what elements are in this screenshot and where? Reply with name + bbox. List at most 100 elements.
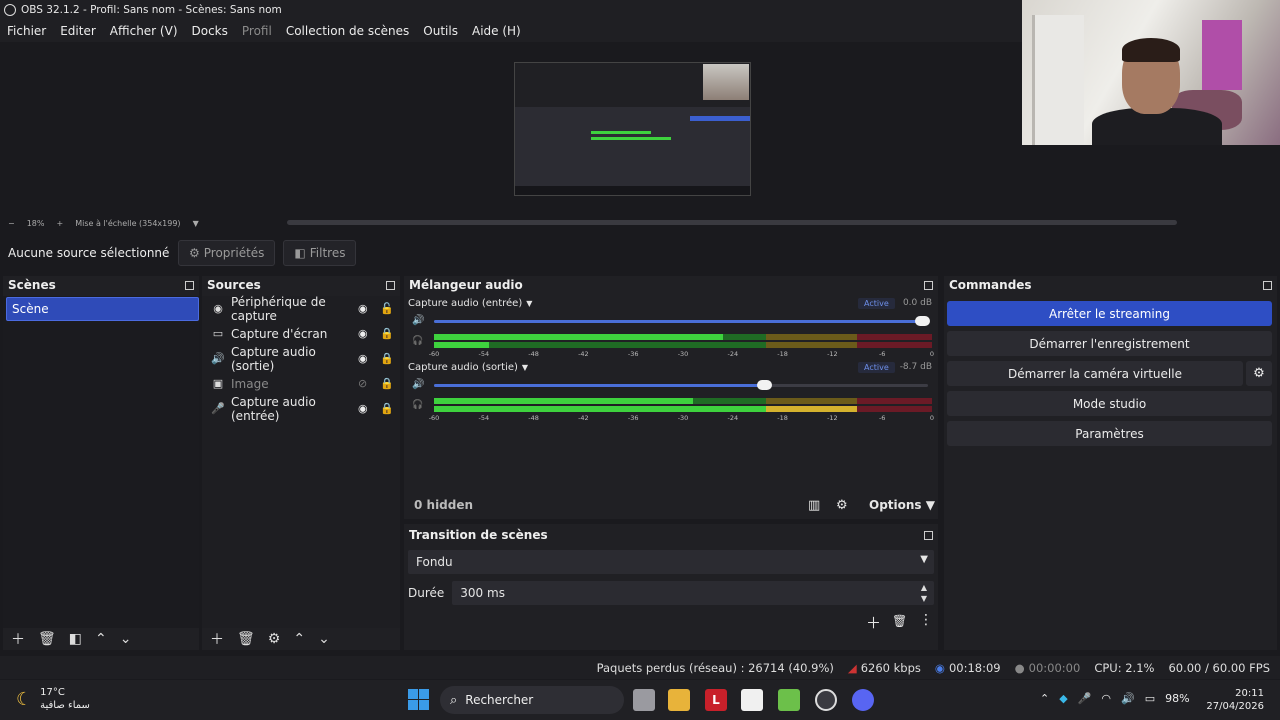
trash-icon[interactable]: 🗑 bbox=[237, 631, 255, 647]
start-recording-button[interactable]: Démarrer l'enregistrement bbox=[947, 331, 1272, 356]
start-virtual-camera-button[interactable]: Démarrer la caméra virtuelle bbox=[947, 361, 1243, 386]
move-up-icon[interactable]: ⌃ bbox=[293, 631, 305, 647]
monitor-audio-icon[interactable]: 🎧 bbox=[412, 336, 423, 346]
add-icon[interactable]: ＋ bbox=[210, 629, 224, 649]
weather-widget[interactable]: ☾ 17°C سماء صافية bbox=[16, 686, 90, 712]
more-options-icon[interactable]: ⋮ bbox=[919, 612, 933, 628]
properties-button[interactable]: ⚙ Propriétés bbox=[178, 240, 276, 266]
lock-icon[interactable]: 🔒 bbox=[380, 402, 394, 415]
wifi-icon[interactable]: ◠ bbox=[1101, 692, 1111, 705]
zoom-in-button[interactable]: + bbox=[56, 219, 63, 228]
undock-icon[interactable] bbox=[185, 280, 194, 290]
zoom-out-button[interactable]: − bbox=[8, 219, 15, 228]
undock-icon[interactable] bbox=[924, 530, 933, 540]
filter-icon: ◧ bbox=[294, 246, 306, 260]
trash-icon[interactable]: 🗑 bbox=[892, 614, 907, 628]
menu-afficher[interactable]: Afficher (V) bbox=[110, 24, 178, 38]
battery-icon[interactable]: ▭ bbox=[1145, 692, 1155, 705]
menu-docks[interactable]: Docks bbox=[192, 24, 228, 38]
layout-toggle-icon[interactable]: ▥ bbox=[808, 498, 820, 513]
horizontal-scrollbar[interactable] bbox=[287, 220, 1177, 225]
eye-icon[interactable]: ◉ bbox=[358, 302, 371, 315]
menu-profil[interactable]: Profil bbox=[242, 24, 272, 38]
virtual-camera-settings-icon[interactable]: ⚙ bbox=[1246, 361, 1272, 386]
chevron-down-icon[interactable]: ▼ bbox=[193, 219, 199, 228]
settings-button[interactable]: Paramètres bbox=[947, 421, 1272, 446]
speaker-icon[interactable]: 🔊 bbox=[412, 379, 424, 390]
source-item[interactable]: 🔊 Capture audio (sortie) ◉ 🔒 bbox=[202, 345, 400, 373]
channel-name[interactable]: Capture audio (entrée) ▼ bbox=[408, 298, 532, 309]
eye-off-icon[interactable]: ⊘ bbox=[358, 377, 371, 390]
transition-select[interactable]: Fondu ▼ bbox=[408, 550, 934, 574]
discord-icon[interactable] bbox=[852, 689, 874, 711]
menu-collection-scenes[interactable]: Collection de scènes bbox=[286, 24, 409, 38]
monitor-audio-icon[interactable]: 🎧 bbox=[412, 400, 423, 410]
obs-taskbar-icon[interactable] bbox=[815, 689, 837, 711]
microphone-icon[interactable]: 🎤 bbox=[1078, 692, 1092, 705]
studio-mode-button[interactable]: Mode studio bbox=[947, 391, 1272, 416]
scene-item[interactable]: Scène bbox=[6, 297, 199, 321]
lock-icon[interactable]: 🔒 bbox=[380, 377, 394, 390]
preview-webcam-thumbnail bbox=[703, 64, 749, 100]
undock-icon[interactable] bbox=[386, 280, 395, 290]
slider-thumb[interactable] bbox=[915, 316, 930, 326]
app-l-icon[interactable]: L bbox=[705, 689, 727, 711]
duration-stepper[interactable]: ▲ ▼ bbox=[914, 582, 934, 604]
source-item[interactable]: ▭ Capture d'écran ◉ 🔒 bbox=[202, 321, 400, 346]
options-button[interactable]: Options ▼ bbox=[869, 498, 935, 512]
windows-start-icon[interactable] bbox=[408, 689, 429, 710]
move-down-icon[interactable]: ⌄ bbox=[318, 631, 330, 647]
source-item[interactable]: ▣ Image ⊘ 🔒 bbox=[202, 371, 400, 396]
scale-tick-label: -42 bbox=[578, 350, 589, 358]
chevron-down-icon: ▼ bbox=[521, 363, 529, 372]
menu-aide[interactable]: Aide (H) bbox=[472, 24, 521, 38]
hidden-count[interactable]: 0 hidden bbox=[414, 498, 473, 512]
filters-button[interactable]: ◧ Filtres bbox=[283, 240, 357, 266]
duration-input[interactable]: 300 ms ▲ ▼ bbox=[452, 581, 934, 605]
move-down-icon[interactable]: ⌄ bbox=[120, 631, 132, 647]
menu-fichier[interactable]: Fichier bbox=[7, 24, 46, 38]
filter-icon[interactable]: ◧ bbox=[69, 631, 82, 647]
volume-slider[interactable] bbox=[434, 380, 928, 390]
store-icon[interactable] bbox=[741, 689, 763, 711]
trash-icon[interactable]: 🗑 bbox=[38, 631, 56, 647]
speaker-icon[interactable]: 🔊 bbox=[1121, 692, 1135, 705]
scale-tick-label: -54 bbox=[478, 414, 490, 422]
mixer-channel: Capture audio (sortie) ▼ Active -8.7 dB 🔊… bbox=[408, 362, 936, 422]
move-up-icon[interactable]: ⌃ bbox=[95, 631, 107, 647]
undock-icon[interactable] bbox=[1263, 280, 1272, 290]
eye-icon[interactable]: ◉ bbox=[358, 402, 371, 415]
undock-icon[interactable] bbox=[924, 280, 933, 290]
eye-icon[interactable]: ◉ bbox=[358, 352, 371, 365]
dropped-frames: Paquets perdus (réseau) : 26714 (40.9%) bbox=[596, 660, 834, 675]
source-item[interactable]: 🎤 Capture audio (entrée) ◉ 🔒 bbox=[202, 395, 400, 423]
chevron-up-icon[interactable]: ⌃ bbox=[1040, 692, 1049, 705]
add-icon[interactable]: ＋ bbox=[11, 629, 25, 649]
taskbar-search[interactable]: ⌕ Rechercher bbox=[440, 686, 624, 714]
gear-icon[interactable]: ⚙ bbox=[836, 498, 848, 513]
volume-slider[interactable] bbox=[434, 316, 930, 326]
slider-thumb[interactable] bbox=[756, 380, 772, 390]
gear-icon[interactable]: ⚙ bbox=[268, 631, 281, 647]
speaker-icon[interactable]: 🔊 bbox=[412, 315, 424, 326]
add-icon[interactable]: ＋ bbox=[866, 612, 881, 633]
lock-icon[interactable]: 🔒 bbox=[380, 327, 394, 340]
menu-editer[interactable]: Editer bbox=[60, 24, 96, 38]
gear-icon: ⚙ bbox=[189, 246, 200, 260]
unlock-icon[interactable]: 🔓 bbox=[380, 302, 394, 315]
menu-outils[interactable]: Outils bbox=[423, 24, 458, 38]
defender-icon[interactable]: ◆ bbox=[1059, 692, 1067, 705]
clock[interactable]: 20:11 27/04/2026 bbox=[1206, 687, 1264, 713]
file-explorer-icon[interactable] bbox=[668, 689, 690, 711]
lock-icon[interactable]: 🔒 bbox=[380, 352, 394, 365]
channel-name[interactable]: Capture audio (sortie) ▼ bbox=[408, 362, 528, 373]
eye-icon[interactable]: ◉ bbox=[358, 327, 371, 340]
task-view-icon[interactable] bbox=[633, 689, 655, 711]
stop-streaming-button[interactable]: Arrêter le streaming bbox=[947, 301, 1272, 326]
source-item[interactable]: ◉ Périphérique de capture ◉ 🔓 bbox=[202, 295, 400, 323]
preview-canvas[interactable] bbox=[514, 62, 751, 196]
transitions-title: Transition de scènes bbox=[409, 528, 548, 542]
app-stack-icon[interactable] bbox=[778, 689, 800, 711]
scale-tick-label: -36 bbox=[627, 350, 639, 358]
monitor-icon: ▭ bbox=[212, 327, 224, 340]
